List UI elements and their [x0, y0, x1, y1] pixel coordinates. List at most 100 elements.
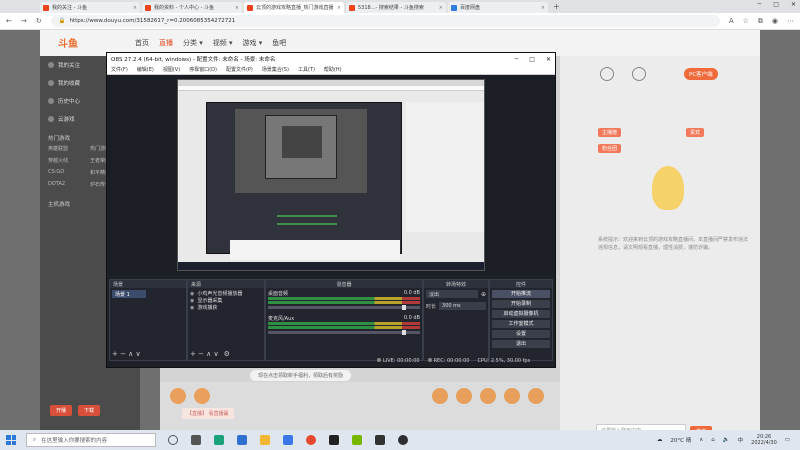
more-icon[interactable]: ⋯	[787, 17, 794, 26]
nav-category[interactable]: 分类 ▾	[183, 38, 203, 48]
edge-browser-icon[interactable]	[214, 435, 224, 445]
menu-docks[interactable]: 停靠窗口(D)	[189, 66, 217, 73]
obs-preview[interactable]	[107, 75, 555, 275]
taskbar-search-input[interactable]: ⌕ 在这里输入你要搜索的内容	[26, 433, 156, 447]
app-icon[interactable]	[375, 435, 385, 445]
close-icon[interactable]: ✕	[791, 1, 796, 8]
source-item[interactable]: ◉ 小鸡声光音频播放器	[190, 290, 262, 298]
clock[interactable]: 20:26 2022/4/30	[751, 434, 777, 446]
browser-tab[interactable]: 百度网盘 ×	[448, 2, 548, 13]
close-tab-icon[interactable]: ×	[541, 5, 545, 11]
windows-start-icon[interactable]	[6, 435, 16, 445]
nav-live[interactable]: 直播	[159, 38, 173, 48]
profile-icon[interactable]: ◉	[772, 17, 778, 26]
browser-tab[interactable]: 5318...- 搜索结果 - 斗鱼搜索 ×	[346, 2, 446, 13]
sidebar-game-link[interactable]: 英雄联盟	[48, 145, 90, 152]
browser-tab[interactable]: 我的资料 - 个人中心 - 斗鱼 ×	[142, 2, 242, 13]
weather-text[interactable]: 20°C 晴	[670, 436, 691, 444]
nav-games[interactable]: 游戏 ▾	[243, 38, 263, 48]
menu-scene-collection[interactable]: 场景集合(S)	[262, 66, 289, 73]
source-item[interactable]: ◉ 游戏捕获	[190, 304, 262, 312]
read-aloud-icon[interactable]: A	[729, 17, 734, 26]
sidebar-game-link[interactable]: CS:GO	[48, 169, 90, 176]
collections-icon[interactable]: ⧉	[758, 17, 763, 26]
gift-icon[interactable]	[480, 388, 496, 404]
sidebar-game-link[interactable]: 穿越火线	[48, 157, 90, 164]
nav-home[interactable]: 首页	[135, 38, 149, 48]
volume-slider[interactable]	[268, 305, 420, 310]
maximize-icon[interactable]: □	[773, 1, 779, 8]
settings-button[interactable]: 设置	[492, 330, 550, 338]
transition-select[interactable]: 淡出	[426, 290, 478, 298]
close-icon[interactable]: ✕	[546, 56, 551, 63]
download-button[interactable]: 下载	[78, 405, 101, 416]
forward-icon[interactable]: →	[21, 17, 27, 25]
chip-fans[interactable]: 粉丝团	[598, 144, 622, 153]
start-streaming-button[interactable]: 开始推流	[492, 290, 550, 298]
volume-icon[interactable]: 🔈	[723, 437, 730, 443]
menu-profile[interactable]: 配置文件(P)	[226, 66, 253, 73]
ime-icon[interactable]: 中	[738, 436, 744, 444]
scene-item[interactable]: 场景 1	[112, 290, 146, 298]
gear-icon[interactable]: ⚙	[224, 350, 230, 358]
url-field[interactable]: 🔒 https://www.douyu.com/31582617_r=0.200…	[50, 15, 720, 27]
browser-tab-active[interactable]: 云顶的游戏攻略直播_热门游戏直播 ×	[244, 2, 344, 13]
close-tab-icon[interactable]: ×	[235, 5, 239, 11]
gift-icon[interactable]	[504, 388, 520, 404]
tray-overflow-icon[interactable]: ∧	[699, 437, 703, 443]
nav-video[interactable]: 视频 ▾	[213, 38, 233, 48]
start-broadcast-button[interactable]: 开播	[50, 405, 73, 416]
gift-icon[interactable]	[432, 388, 448, 404]
file-explorer-icon[interactable]	[260, 435, 270, 445]
app-icon[interactable]	[329, 435, 339, 445]
sources-dock-footer[interactable]: + − ∧ ∨ ⚙	[190, 350, 230, 358]
obs-icon[interactable]	[398, 435, 408, 445]
eye-icon[interactable]: ◉	[190, 305, 194, 311]
virtual-camera-button[interactable]: 启动虚拟摄像机	[492, 310, 550, 318]
minimize-icon[interactable]: ─	[758, 1, 762, 8]
sidebar-game-link[interactable]: DOTA2	[48, 181, 90, 188]
favorite-star-icon[interactable]: ☆	[743, 17, 749, 26]
edit-icon[interactable]	[632, 67, 646, 81]
bottom-info-link[interactable]: 【直播】 看直播赢	[182, 408, 234, 419]
source-item[interactable]: ◉ 显示器采集	[190, 297, 262, 305]
site-logo[interactable]: 斗鱼	[58, 35, 78, 50]
task-view-icon[interactable]	[191, 435, 201, 445]
nvidia-icon[interactable]	[352, 435, 362, 445]
app-icon[interactable]	[237, 435, 247, 445]
menu-view[interactable]: 视图(V)	[163, 66, 180, 73]
eye-icon[interactable]: ◉	[190, 291, 194, 297]
add-transition-icon[interactable]: ⊕	[481, 291, 486, 298]
chip-ranking[interactable]: 主播榜	[598, 128, 622, 137]
menu-file[interactable]: 文件(F)	[111, 66, 128, 73]
close-tab-icon[interactable]: ×	[337, 5, 341, 11]
eye-icon[interactable]: ◉	[190, 298, 194, 304]
notification-icon[interactable]: ▭	[785, 437, 790, 443]
gift-icon[interactable]	[456, 388, 472, 404]
close-tab-icon[interactable]: ×	[133, 5, 137, 11]
minimize-icon[interactable]: ─	[515, 56, 519, 63]
gift-icon[interactable]	[528, 388, 544, 404]
notice-pill[interactable]: 现在点击领取新手福利，领取后有奖励	[250, 370, 352, 381]
start-recording-button[interactable]: 开始录制	[492, 300, 550, 308]
app-icon[interactable]	[283, 435, 293, 445]
volume-slider[interactable]	[268, 330, 420, 335]
browser-tab[interactable]: 我的关注 - 斗鱼 ×	[40, 2, 140, 13]
reload-icon[interactable]: ↻	[36, 17, 42, 25]
new-tab-icon[interactable]: +	[553, 2, 560, 11]
gift-icon[interactable]	[170, 388, 186, 404]
menu-edit[interactable]: 编辑(E)	[137, 66, 154, 73]
task-icon[interactable]	[600, 67, 614, 81]
back-icon[interactable]: ←	[6, 17, 12, 25]
pc-client-badge[interactable]: PC客户端	[684, 68, 718, 80]
network-icon[interactable]: ⌂	[711, 437, 715, 443]
gift-icon[interactable]	[194, 388, 210, 404]
maximize-icon[interactable]: □	[529, 56, 535, 63]
menu-tools[interactable]: 工具(T)	[298, 66, 315, 73]
exit-button[interactable]: 退出	[492, 340, 550, 348]
nav-fishbar[interactable]: 鱼吧	[272, 38, 286, 48]
duration-input[interactable]: 300 ms	[439, 302, 486, 310]
menu-help[interactable]: 帮助(H)	[324, 66, 342, 73]
chip-vip[interactable]: 贵宾	[686, 128, 705, 137]
chrome-icon[interactable]	[306, 435, 316, 445]
